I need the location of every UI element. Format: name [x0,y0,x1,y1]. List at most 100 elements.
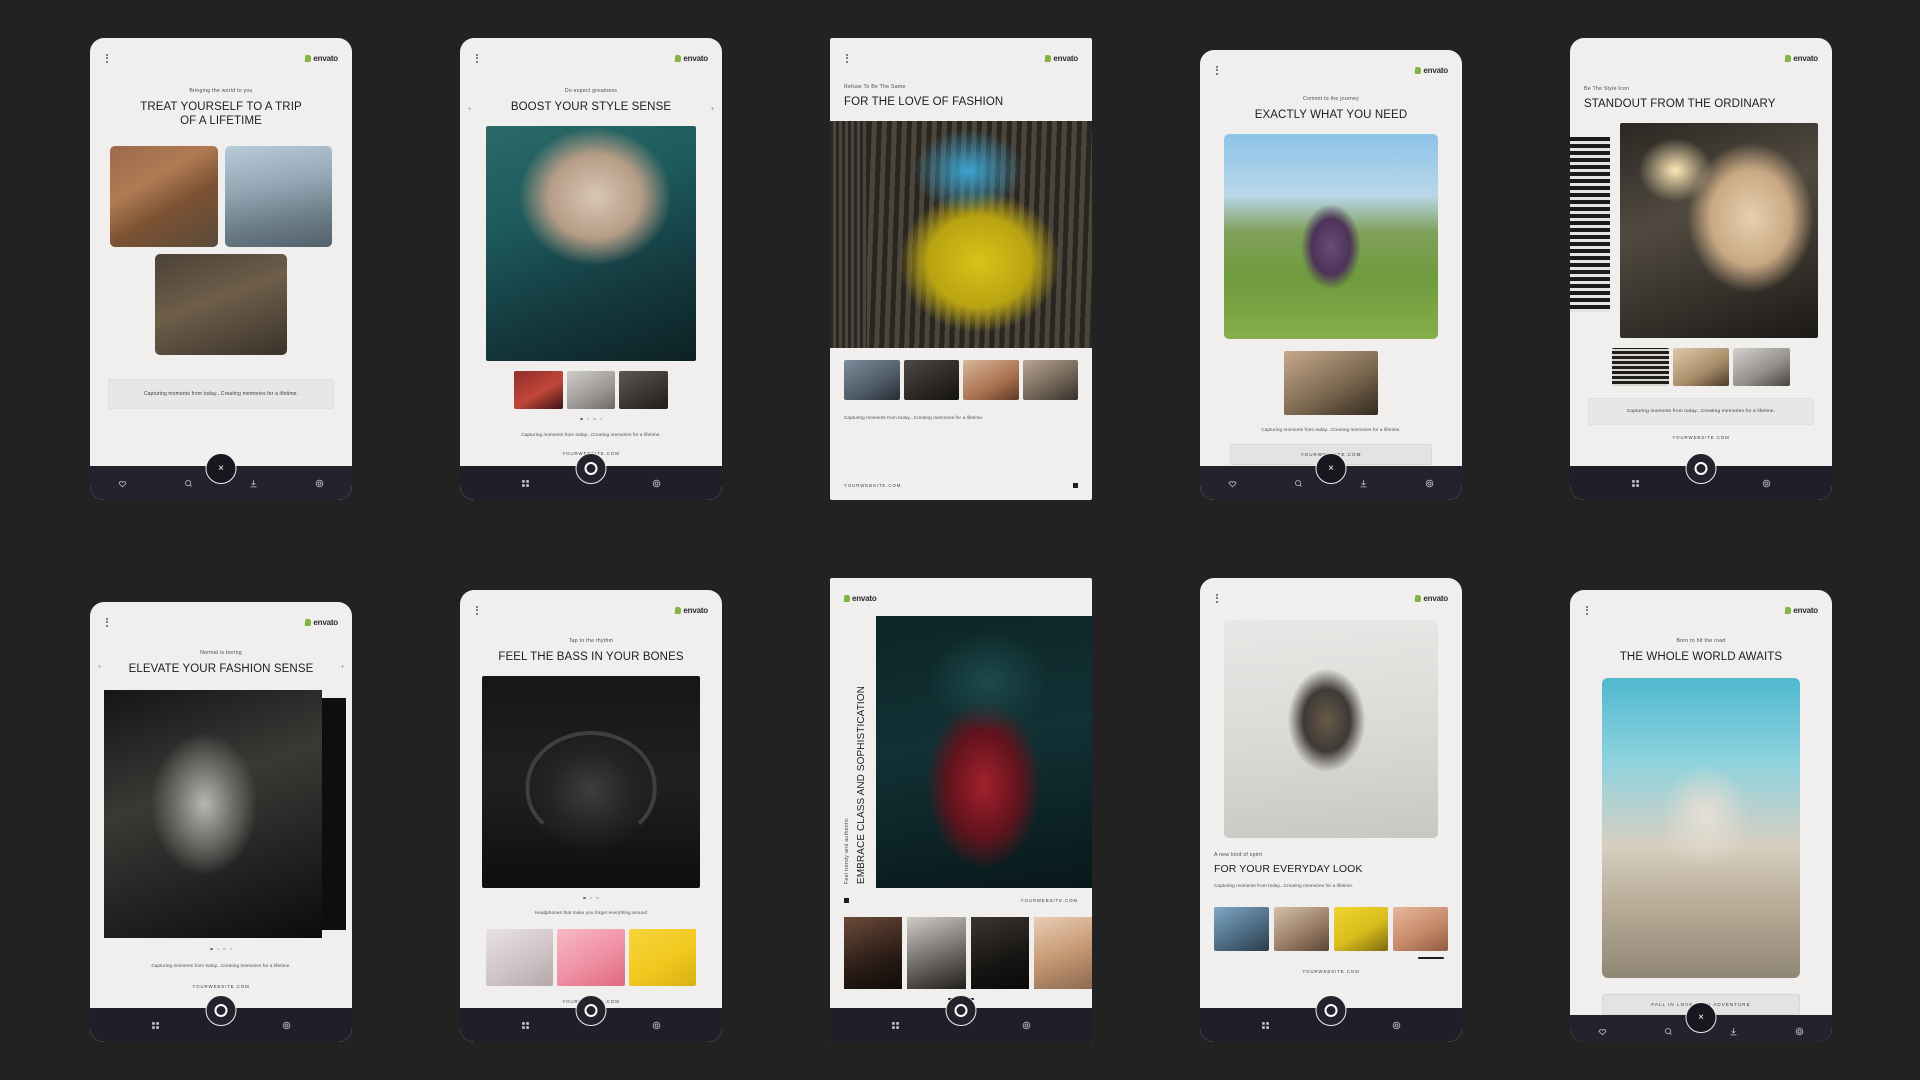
status-bar: envato [830,50,1092,66]
camera-fab-button[interactable] [945,995,977,1026]
carousel-pager[interactable] [474,896,708,900]
thumbnail-image[interactable] [619,370,669,409]
carousel-pager[interactable] [474,417,708,421]
thumbnail-image[interactable] [557,928,625,986]
menu-dots-icon[interactable] [474,605,478,615]
thumbnail-image[interactable] [1612,347,1669,386]
settings-icon[interactable] [1022,1021,1031,1030]
menu-dots-icon[interactable] [474,53,478,63]
thumbnail-image[interactable] [970,917,1029,989]
phone-mockup-8: envato Feel trendy and authentic EMBRACE… [830,578,1092,1042]
website-link[interactable]: YOURWEBSITE.COM [1584,435,1818,440]
thumbnail-image[interactable] [1333,906,1389,951]
gallery-image[interactable] [110,145,218,247]
menu-dots-icon[interactable] [844,53,848,63]
grid-icon[interactable] [521,479,530,488]
hero-image[interactable] [104,689,322,938]
thumbnail-image[interactable] [486,928,554,986]
hero-image[interactable] [482,675,700,888]
settings-icon[interactable] [1425,479,1434,488]
status-bar: envato [1584,602,1818,618]
grid-icon[interactable] [1631,479,1640,488]
thumbnail-image[interactable] [566,370,616,409]
hero-image[interactable] [1224,133,1438,339]
download-icon[interactable] [1359,479,1368,488]
thumbnail-image[interactable] [628,928,696,986]
settings-icon[interactable] [1795,1027,1804,1036]
hero-image[interactable] [875,616,1092,888]
thumbnail-image[interactable] [1022,359,1078,400]
phone-mockup-3: envato Refuse To Be The Same FOR THE LOV… [830,38,1092,500]
grid-icon[interactable] [1261,1021,1270,1030]
hero-image[interactable] [486,125,696,361]
close-fab-button[interactable]: × [1315,453,1347,484]
status-bar: envato [474,50,708,66]
download-icon[interactable] [249,479,258,488]
carousel-pager[interactable] [104,947,338,951]
android-nav-bar: × [1570,1001,1832,1042]
thumbnail-image[interactable] [844,359,900,400]
camera-fab-button[interactable] [1685,453,1717,484]
search-icon[interactable] [184,479,193,488]
hero-image-left-strip[interactable] [830,120,867,348]
thumbnail-image[interactable] [903,359,959,400]
menu-dots-icon[interactable] [1214,593,1218,603]
settings-icon[interactable] [315,479,324,488]
heart-icon[interactable] [1598,1027,1607,1036]
grid-icon[interactable] [521,1021,530,1030]
website-link[interactable]: YOURWEBSITE.COM [104,984,338,989]
hero-image[interactable] [1224,620,1438,838]
thumbnail-image[interactable] [1284,350,1378,415]
settings-icon[interactable] [1762,479,1771,488]
camera-fab-button[interactable] [575,995,607,1026]
download-icon[interactable] [1729,1027,1738,1036]
search-icon[interactable] [1664,1027,1673,1036]
website-link[interactable]: YOURWEBSITE.COM [1214,969,1448,974]
envato-leaf-icon [1415,594,1422,602]
menu-dots-icon[interactable] [1584,605,1588,615]
settings-icon[interactable] [1392,1021,1401,1030]
thumbnail-image[interactable] [1393,906,1448,951]
android-nav-bar: × [90,453,352,500]
settings-icon[interactable] [282,1021,291,1030]
grid-icon[interactable] [891,1021,900,1030]
thumbnail-image[interactable] [1033,917,1092,989]
menu-dots-icon[interactable] [1214,65,1218,75]
page-title: THE WHOLE WORLD AWAITS [1619,650,1783,663]
thumbnail-image[interactable] [514,370,563,409]
close-fab-button[interactable]: × [1685,1001,1717,1033]
grid-icon[interactable] [151,1021,160,1030]
website-link[interactable]: YOURWEBSITE.COM [844,483,901,488]
status-bar: envato [1214,62,1448,78]
settings-icon[interactable] [652,479,661,488]
camera-fab-button[interactable] [575,453,607,484]
thumbnail-image[interactable] [1672,347,1730,386]
hero-image[interactable] [1620,122,1818,338]
thumbnail-image[interactable] [844,917,903,989]
thumbnail-image[interactable] [907,917,966,989]
camera-fab-button[interactable] [205,995,237,1026]
thumbnail-image[interactable] [963,359,1019,400]
heart-icon[interactable] [118,479,127,488]
page-title: EXACTLY WHAT YOU NEED [1254,108,1408,121]
hero-image-side-strip[interactable] [1570,136,1610,312]
camera-fab-button[interactable] [1315,995,1347,1026]
eyebrow-text: Bringing the world to you [189,88,253,94]
status-bar: envato [830,590,1092,606]
thumbnail-image[interactable] [1733,347,1791,386]
drag-handle[interactable] [1418,956,1444,959]
hero-image[interactable] [1602,677,1800,978]
website-link[interactable]: YOURWEBSITE.COM [1021,898,1078,903]
menu-dots-icon[interactable] [104,53,108,63]
close-fab-button[interactable]: × [205,453,237,484]
heart-icon[interactable] [1228,479,1237,488]
thumbnail-image[interactable] [1273,906,1329,951]
settings-icon[interactable] [652,1021,661,1030]
eyebrow-text: Do expect greatness [564,88,618,94]
hero-image[interactable] [866,120,1092,348]
search-icon[interactable] [1294,479,1303,488]
gallery-image[interactable] [224,145,332,247]
thumbnail-image[interactable] [1214,906,1269,951]
menu-dots-icon[interactable] [104,617,108,627]
gallery-image[interactable] [155,253,287,355]
